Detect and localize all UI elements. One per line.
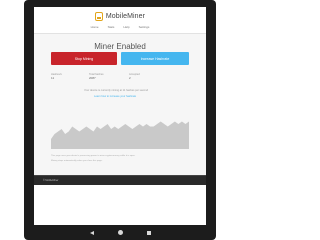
android-nav-bar <box>24 225 216 240</box>
accepted-value: 2 <box>129 76 131 80</box>
footer-text: © MobileMiner <box>43 179 59 182</box>
nav-link-stats[interactable]: Stats <box>108 24 115 31</box>
tablet-frame: MobileMiner Home Stats Help Settings Min… <box>24 0 216 240</box>
legal-line-1: This page uses your device's processing … <box>51 155 136 157</box>
webpage: MobileMiner Home Stats Help Settings Min… <box>34 7 206 175</box>
hashrate-area <box>51 121 189 149</box>
hashes-value: 11 <box>51 76 55 80</box>
logo[interactable]: MobileMiner <box>34 11 206 22</box>
nav-bar: Home Stats Help Settings <box>34 24 206 31</box>
screen: MobileMiner Home Stats Help Settings Min… <box>34 7 206 225</box>
nav-link-home[interactable]: Home <box>91 24 99 31</box>
logo-text: MobileMiner <box>105 13 146 20</box>
increase-hashrate-button[interactable]: Increase Hashrate <box>121 52 189 65</box>
footer: © MobileMiner <box>34 175 206 225</box>
hashrate-help-link[interactable]: Learn how to increase your hashrate <box>94 95 136 98</box>
footer-bar: © MobileMiner <box>34 175 206 185</box>
back-icon[interactable] <box>89 230 94 235</box>
total-value: 2087 <box>89 76 96 80</box>
stop-mining-button[interactable]: Stop Mining <box>51 52 117 65</box>
summary-text: Your device is currently mining at 11 ha… <box>84 89 149 92</box>
lock-logo-icon <box>94 12 103 21</box>
nav-link-help[interactable]: Help <box>123 24 129 31</box>
page-title: Miner Enabled <box>94 42 146 51</box>
nav-link-settings[interactable]: Settings <box>139 24 150 31</box>
site-header: MobileMiner Home Stats Help Settings <box>34 7 206 34</box>
hashrate-chart <box>51 121 189 149</box>
home-icon[interactable] <box>117 230 123 235</box>
recent-apps-icon[interactable] <box>146 230 151 235</box>
legal-line-2: Mining stops automatically when you clos… <box>51 160 103 162</box>
